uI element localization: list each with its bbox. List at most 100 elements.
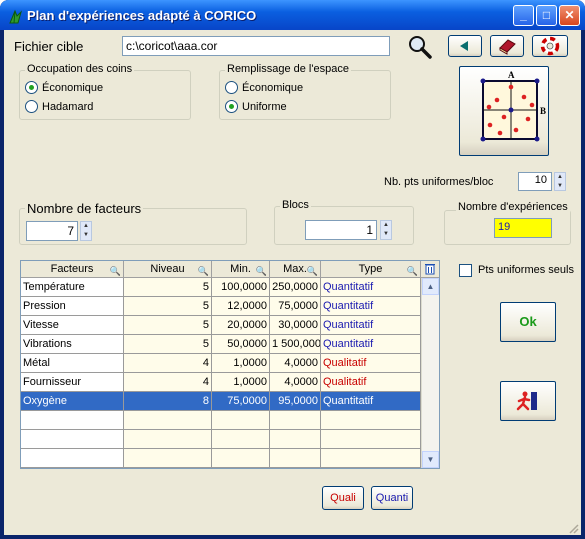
uniformes-seuls-checkbox[interactable]	[459, 264, 472, 277]
design-preview-button[interactable]: A B	[459, 66, 549, 156]
table-cell-max[interactable]: 4,0000	[270, 354, 321, 373]
table-cell-facteurs[interactable]: Vibrations	[21, 335, 124, 354]
table-cell-niveau[interactable]: 5	[124, 297, 212, 316]
table-cell-niveau[interactable]: 5	[124, 278, 212, 297]
table-cell-niveau[interactable]: 8	[124, 392, 212, 411]
exit-button[interactable]	[500, 381, 556, 421]
col-facteurs-header[interactable]: Facteurs 🔍	[21, 261, 124, 278]
table-cell-type[interactable]: Quantitatif	[321, 278, 421, 297]
table-cell-max[interactable]: 250,0000	[270, 278, 321, 297]
scroll-down-icon[interactable]: ▼	[422, 451, 439, 468]
close-button[interactable]: ✕	[559, 5, 580, 26]
table-cell-max[interactable]	[270, 411, 321, 430]
table-cell-min[interactable]: 100,0000	[212, 278, 270, 297]
table-cell-min[interactable]: 50,0000	[212, 335, 270, 354]
table-row-empty[interactable]	[21, 449, 421, 468]
help-book-button[interactable]	[490, 35, 524, 57]
table-cell-max[interactable]: 75,0000	[270, 297, 321, 316]
table-cell-max[interactable]	[270, 430, 321, 449]
search-icon[interactable]: 🔍	[407, 263, 418, 279]
occupation-economique-radio[interactable]	[25, 81, 38, 94]
table-cell-facteurs[interactable]: Pression	[21, 297, 124, 316]
table-cell-min[interactable]	[212, 411, 270, 430]
table-cell-type[interactable]: Quantitatif	[321, 316, 421, 335]
table-cell-type[interactable]	[321, 449, 421, 468]
table-cell-min[interactable]: 75,0000	[212, 392, 270, 411]
table-cell-min[interactable]: 1,0000	[212, 373, 270, 392]
search-icon[interactable]: 🔍	[256, 263, 267, 279]
table-cell-niveau[interactable]: 5	[124, 335, 212, 354]
search-icon[interactable]	[407, 34, 433, 60]
table-row-empty[interactable]	[21, 430, 421, 449]
search-icon[interactable]: 🔍	[198, 263, 209, 279]
table-cell-niveau[interactable]: 4	[124, 354, 212, 373]
table-cell-min[interactable]: 1,0000	[212, 354, 270, 373]
col-type-header[interactable]: Type 🔍	[321, 261, 421, 278]
table-cell-facteurs[interactable]	[21, 449, 124, 468]
file-path-input[interactable]: c:\coricot\aaa.cor	[122, 36, 390, 56]
table-cell-facteurs[interactable]: Oxygène	[21, 392, 124, 411]
minimize-button[interactable]: _	[513, 5, 534, 26]
table-cell-max[interactable]: 30,0000	[270, 316, 321, 335]
col-max-header[interactable]: Max. 🔍	[270, 261, 321, 278]
quali-button[interactable]: Quali	[322, 486, 364, 510]
table-cell-max[interactable]: 4,0000	[270, 373, 321, 392]
maximize-button[interactable]: □	[536, 5, 557, 26]
table-cell-min[interactable]	[212, 430, 270, 449]
table-cell-facteurs[interactable]: Fournisseur	[21, 373, 124, 392]
table-cell-niveau[interactable]: 5	[124, 316, 212, 335]
table-cell-niveau[interactable]	[124, 430, 212, 449]
table-cell-niveau[interactable]	[124, 411, 212, 430]
quanti-button[interactable]: Quanti	[371, 486, 413, 510]
table-row[interactable]: Fournisseur 4 1,0000 4,0000 Qualitatif	[21, 373, 421, 392]
table-row[interactable]: Vibrations 5 50,0000 1 500,000 Quantitatif	[21, 335, 421, 354]
table-cell-facteurs[interactable]: Métal	[21, 354, 124, 373]
table-row[interactable]: Oxygène 8 75,0000 95,0000 Quantitatif	[21, 392, 421, 411]
table-row[interactable]: Métal 4 1,0000 4,0000 Qualitatif	[21, 354, 421, 373]
scroll-up-icon[interactable]: ▲	[422, 278, 439, 295]
back-button[interactable]	[448, 35, 482, 57]
table-cell-niveau[interactable]: 4	[124, 373, 212, 392]
facteurs-count-spinner[interactable]: ▲ ▼	[80, 221, 92, 241]
table-cell-min[interactable]: 12,0000	[212, 297, 270, 316]
table-cell-min[interactable]	[212, 449, 270, 468]
occupation-hadamard-radio[interactable]	[25, 100, 38, 113]
table-row-empty[interactable]	[21, 411, 421, 430]
uniform-per-bloc-input[interactable]: 10	[518, 172, 552, 191]
title-bar[interactable]: Plan d'expériences adapté à CORICO _ □ ✕	[0, 0, 585, 30]
table-row[interactable]: Température 5 100,0000 250,0000 Quantitatif	[21, 278, 421, 297]
uniform-per-bloc-spinner[interactable]: ▲ ▼	[554, 172, 566, 191]
table-cell-niveau[interactable]	[124, 449, 212, 468]
facteurs-count-input[interactable]: 7	[26, 221, 78, 241]
table-cell-type[interactable]: Qualitatif	[321, 354, 421, 373]
table-cell-min[interactable]: 20,0000	[212, 316, 270, 335]
blocs-input[interactable]: 1	[305, 220, 377, 240]
table-cell-facteurs[interactable]: Vitesse	[21, 316, 124, 335]
table-cell-max[interactable]	[270, 449, 321, 468]
ok-button[interactable]: Ok	[500, 302, 556, 342]
lifebuoy-button[interactable]	[532, 35, 568, 57]
table-row[interactable]: Vitesse 5 20,0000 30,0000 Quantitatif	[21, 316, 421, 335]
table-cell-max[interactable]: 1 500,000	[270, 335, 321, 354]
search-icon[interactable]: 🔍	[110, 263, 121, 279]
remplissage-economique-radio[interactable]	[225, 81, 238, 94]
col-niveau-header[interactable]: Niveau 🔍	[124, 261, 212, 278]
trash-icon[interactable]	[421, 261, 439, 278]
table-cell-type[interactable]: Quantitatif	[321, 297, 421, 316]
factors-table[interactable]: Facteurs 🔍 Niveau 🔍 Min. 🔍 Max. 🔍 Type 🔍 Temp…	[20, 260, 440, 469]
table-cell-facteurs[interactable]	[21, 430, 124, 449]
table-row[interactable]: Pression 5 12,0000 75,0000 Quantitatif	[21, 297, 421, 316]
search-icon[interactable]: 🔍	[307, 263, 318, 279]
table-cell-facteurs[interactable]	[21, 411, 124, 430]
resize-grip-icon[interactable]	[567, 522, 579, 534]
table-cell-max[interactable]: 95,0000	[270, 392, 321, 411]
table-cell-type[interactable]	[321, 411, 421, 430]
table-cell-type[interactable]: Quantitatif	[321, 392, 421, 411]
table-cell-facteurs[interactable]: Température	[21, 278, 124, 297]
table-scrollbar[interactable]: ▲ ▼	[421, 278, 439, 468]
col-min-header[interactable]: Min. 🔍	[212, 261, 270, 278]
table-cell-type[interactable]: Qualitatif	[321, 373, 421, 392]
blocs-spinner[interactable]: ▲ ▼	[380, 220, 392, 240]
table-cell-type[interactable]	[321, 430, 421, 449]
table-cell-type[interactable]: Quantitatif	[321, 335, 421, 354]
